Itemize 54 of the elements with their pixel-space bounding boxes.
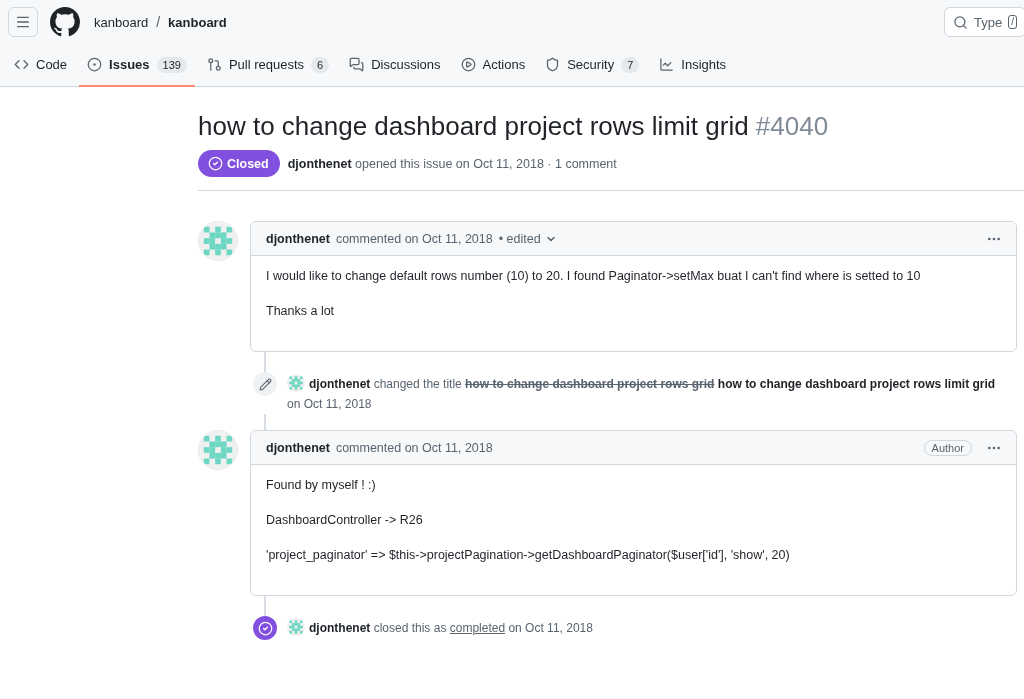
repo-tab[interactable]: Actions: [452, 44, 534, 87]
repo-tab[interactable]: Code: [6, 44, 76, 87]
search-icon: [953, 14, 968, 30]
speech-bubbles-icon: [349, 57, 365, 72]
repo-tab[interactable]: Pull requests 6: [198, 44, 338, 87]
comment-text: I would like to change default rows number (10) to 20. I found Paginator->setMax buat I can't find where is setted to 10: [266, 268, 922, 285]
author-link[interactable]: djonthenet: [266, 440, 330, 455]
count-badge: 6: [311, 56, 330, 73]
logo-icon[interactable]: [50, 7, 80, 37]
author-link[interactable]: djonthenet: [287, 156, 352, 171]
play-circle-icon: [460, 57, 476, 72]
event-text: closed this as: [373, 621, 447, 635]
old-title: how to change dashboard project rows grid: [465, 377, 715, 391]
comment-text: 'project_paginator' => $this->projectPagination->getDashboardPaginator($user['id'], 'show', 20): [266, 547, 791, 564]
repo-link[interactable]: kanboard: [168, 14, 227, 30]
repo-tab[interactable]: Discussions: [341, 44, 449, 87]
check-circle-icon: [253, 616, 277, 640]
event-date: on Oct 11, 2018: [508, 621, 593, 635]
event-date: on Oct 11, 2018: [287, 397, 372, 411]
repo-tab[interactable]: Security 7: [537, 44, 648, 87]
comment-meta: commented on Oct 11, 2018: [335, 440, 493, 455]
circle-dot-icon: [87, 57, 103, 72]
owner-link[interactable]: kanboard: [94, 14, 149, 30]
avatar-icon: [198, 221, 238, 261]
event-text: changed the title: [373, 377, 462, 391]
pull-request-icon: [206, 57, 222, 72]
comment-text: DashboardController -> R26: [266, 512, 424, 529]
menu-icon: [15, 14, 31, 30]
status-badge: Closed: [198, 150, 280, 177]
avatar-icon: [287, 374, 305, 392]
issue-meta: opened this issue on Oct 11, 2018 · 1 comment: [355, 156, 617, 171]
repo-tab[interactable]: Issues 139: [79, 44, 195, 87]
comment-meta: commented on Oct 11, 2018: [335, 231, 493, 246]
count-badge: 7: [621, 56, 640, 73]
author-link[interactable]: djonthenet: [309, 621, 371, 635]
shield-icon: [545, 57, 561, 72]
count-badge: 139: [156, 56, 187, 73]
menu-button[interactable]: [8, 7, 38, 37]
comment-text: Thanks a lot: [266, 303, 336, 320]
breadcrumb-separator: /: [156, 14, 161, 30]
avatar-icon: [287, 618, 305, 636]
author-link[interactable]: djonthenet: [266, 231, 330, 246]
repo-tab[interactable]: Insights: [651, 44, 735, 87]
search-field[interactable]: Type /: [944, 7, 1024, 37]
completed-link[interactable]: completed: [449, 621, 506, 635]
pencil-icon: [253, 372, 277, 396]
edited-dropdown[interactable]: • edited: [498, 231, 557, 246]
line-chart-icon: [659, 57, 675, 72]
issue-title: how to change dashboard project rows limit grid #4040: [198, 110, 830, 143]
author-link[interactable]: djonthenet: [309, 377, 371, 391]
comment-text: Found by myself ! :): [266, 477, 377, 494]
avatar-icon: [198, 430, 238, 470]
new-title: how to change dashboard project rows limit grid: [717, 377, 996, 391]
code-icon: [14, 57, 29, 72]
